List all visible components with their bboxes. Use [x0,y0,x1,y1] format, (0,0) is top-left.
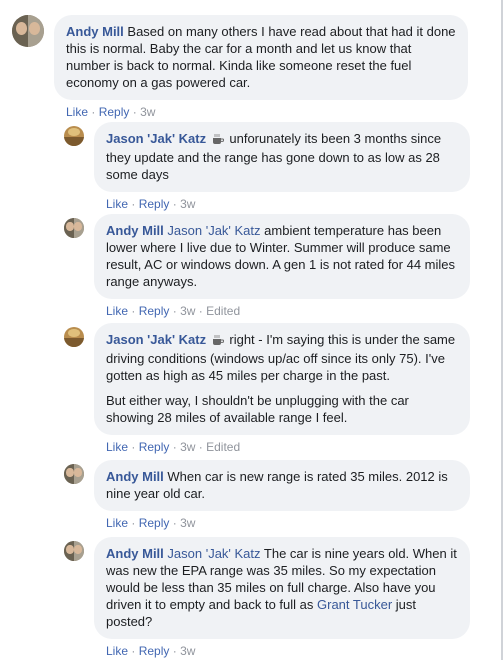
reply-link[interactable]: Reply [99,105,130,119]
like-link[interactable]: Like [106,197,128,211]
timestamp[interactable]: 3w [140,105,155,119]
author-name[interactable]: Andy Mill [106,223,164,238]
author-name[interactable]: Jason 'Jak' Katz [106,332,206,347]
comment-actions: Like · Reply · 3w [106,197,196,211]
author-name[interactable]: Jason 'Jak' Katz [106,131,206,146]
comment-andy-4: Andy Mill Jason 'Jak' Katz The car is ni… [64,537,470,659]
reply-link[interactable]: Reply [139,440,170,454]
author-name[interactable]: Andy Mill [106,546,164,561]
edited-label[interactable]: Edited [206,440,240,454]
reply-link[interactable]: Reply [139,516,170,530]
like-link[interactable]: Like [106,644,128,658]
comment-actions: Like · Reply · 3w [106,516,196,530]
timestamp[interactable]: 3w [180,304,195,318]
comment-bubble: Andy Mill Jason 'Jak' Katz The car is ni… [94,537,470,639]
like-link[interactable]: Like [106,304,128,318]
comment-actions: Like · Reply · 3w · Edited [106,304,241,318]
coffee-cup-icon [212,132,224,149]
reply-link[interactable]: Reply [139,304,170,318]
comment-bubble: Andy Mill Based on many others I have re… [54,15,468,100]
jason-katz-avatar[interactable] [64,126,84,146]
comment-andy-1: Andy Mill Based on many others I have re… [12,15,468,120]
comment-andy-3: Andy Mill When car is new range is rated… [64,460,470,531]
comment-bubble: Andy Mill When car is new range is rated… [94,460,470,511]
comment-bubble: Jason 'Jak' Katz unforunately its been 3… [94,122,470,192]
andy-mill-avatar[interactable] [12,15,44,47]
mention-link[interactable]: Jason 'Jak' Katz [167,223,260,238]
andy-mill-avatar[interactable] [64,218,84,238]
jason-katz-avatar[interactable] [64,327,84,347]
coffee-cup-icon [212,333,224,350]
mention-link[interactable]: Grant Tucker [317,597,392,612]
like-link[interactable]: Like [66,105,88,119]
comment-bubble: Jason 'Jak' Katz right - I'm saying this… [94,323,470,435]
comment-actions: Like · Reply · 3w [106,644,196,658]
timestamp[interactable]: 3w [180,440,195,454]
comment-text: But either way, I shouldn't be unpluggin… [106,393,409,425]
author-name[interactable]: Andy Mill [66,24,124,39]
reply-link[interactable]: Reply [139,644,170,658]
andy-mill-avatar[interactable] [64,464,84,484]
comment-jason-2: Jason 'Jak' Katz right - I'm saying this… [64,323,470,455]
comment-actions: Like · Reply · 3w [66,105,156,119]
author-name[interactable]: Andy Mill [106,469,164,484]
timestamp[interactable]: 3w [180,644,195,658]
like-link[interactable]: Like [106,516,128,530]
timestamp[interactable]: 3w [180,516,195,530]
comment-text: Based on many others I have read about t… [66,24,456,90]
comment-andy-2: Andy Mill Jason 'Jak' Katz ambient tempe… [64,214,470,319]
comment-bubble: Andy Mill Jason 'Jak' Katz ambient tempe… [94,214,470,299]
reply-link[interactable]: Reply [139,197,170,211]
timestamp[interactable]: 3w [180,197,195,211]
comment-actions: Like · Reply · 3w · Edited [106,440,241,454]
mention-link[interactable]: Jason 'Jak' Katz [167,546,260,561]
comment-jason-1: Jason 'Jak' Katz unforunately its been 3… [64,122,470,212]
andy-mill-avatar[interactable] [64,541,84,561]
edited-label[interactable]: Edited [206,304,240,318]
like-link[interactable]: Like [106,440,128,454]
